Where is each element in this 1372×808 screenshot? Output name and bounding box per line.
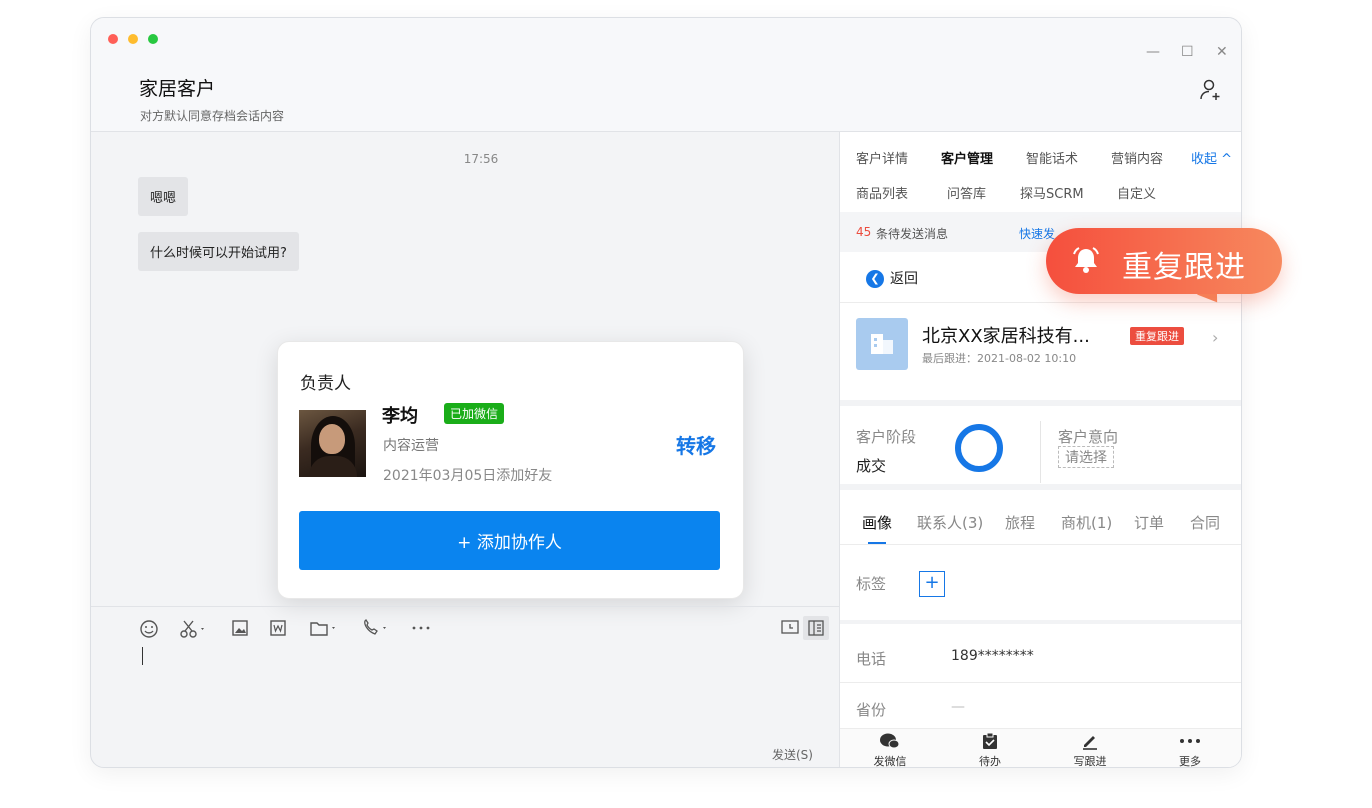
write-followup-label: 写跟进 — [1073, 755, 1107, 768]
wechat-added-badge: 已加微信 — [444, 403, 505, 424]
todo-label: 待办 — [979, 755, 1001, 768]
owner-card: 负责人 李均 已加微信 内容运营 2021年03月05日添加好友 转移 + 添加… — [277, 341, 744, 599]
back-button[interactable]: ❮ 返回 — [866, 268, 918, 288]
transfer-button[interactable]: 转移 — [676, 430, 716, 459]
tab-product-list[interactable]: 商品列表 — [856, 183, 908, 202]
history-icon[interactable] — [780, 619, 800, 637]
send-button[interactable]: 发送(S) — [772, 746, 813, 763]
chat-header: — ☐ ✕ 家居客户 对方默认同意存档会话内容 — [91, 18, 1241, 132]
pending-count: 45 — [856, 225, 872, 239]
repeat-follow-tag: 重复跟进 — [1130, 327, 1184, 345]
sidebar-icon — [808, 620, 824, 636]
intent-select[interactable]: 请选择 — [1058, 446, 1114, 468]
tab-customer-management[interactable]: 客户管理 — [941, 148, 993, 167]
text-cursor[interactable] — [142, 647, 143, 665]
more-button[interactable]: 更多 — [1160, 731, 1220, 768]
message-area: 17:56 嗯嗯 什么时候可以开始试用? 负责人 李均 已加微信 内容运营 20… — [91, 132, 839, 606]
send-wechat-label: 发微信 — [873, 755, 907, 768]
tab-marketing[interactable]: 营销内容 — [1111, 148, 1163, 167]
phone-icon[interactable] — [361, 619, 391, 637]
tab-contracts[interactable]: 合同 — [1190, 512, 1220, 533]
clipboard-icon — [983, 732, 997, 749]
chevron-left-icon: ❮ — [866, 270, 884, 288]
message-bubble[interactable]: 嗯嗯 — [138, 177, 189, 216]
document-icon[interactable] — [269, 619, 287, 637]
zoom-dot[interactable] — [148, 34, 158, 44]
callout-text: 重复跟进 — [1122, 250, 1246, 285]
app-window: — ☐ ✕ 家居客户 对方默认同意存档会话内容 17:56 嗯嗯 什么时候可以开… — [90, 17, 1242, 768]
tab-orders[interactable]: 订单 — [1134, 512, 1164, 533]
emoji-icon[interactable] — [139, 619, 159, 639]
tab-scrm[interactable]: 探马SCRM — [1020, 183, 1084, 202]
send-wechat-button[interactable]: 发微信 — [860, 731, 920, 768]
intent-label: 客户意向 — [1058, 428, 1119, 446]
minimize-dot[interactable] — [128, 34, 138, 44]
composer: 发送(S) — [91, 606, 839, 767]
folder-icon[interactable] — [309, 619, 339, 637]
stage-progress-ring — [955, 424, 1003, 472]
pen-icon — [1083, 736, 1097, 750]
more-icon[interactable] — [411, 619, 431, 637]
sidebar-toggle-button[interactable] — [803, 616, 829, 640]
tab-custom[interactable]: 自定义 — [1117, 183, 1156, 202]
tab-journey[interactable]: 旅程 — [1005, 512, 1035, 533]
tab-portrait[interactable]: 画像 — [862, 512, 892, 533]
quick-send-link[interactable]: 快速发 — [1019, 225, 1055, 242]
image-icon[interactable] — [231, 619, 249, 637]
wechat-icon — [880, 733, 900, 749]
phone-value[interactable]: 189******** — [951, 648, 1034, 664]
tab-customer-detail[interactable]: 客户详情 — [856, 148, 908, 167]
more-label: 更多 — [1179, 755, 1201, 768]
close-dot[interactable] — [108, 34, 118, 44]
page-title: 家居客户 — [139, 78, 216, 100]
tab-smart-scripts[interactable]: 智能话术 — [1026, 148, 1078, 167]
action-bar: 发微信 待办 写跟进 更多 — [840, 728, 1241, 768]
last-follow-time: 最后跟进：2021-08-02 10:10 — [922, 352, 1077, 365]
scissors-icon[interactable] — [179, 619, 207, 639]
province-value[interactable]: — — [951, 699, 965, 715]
message-timestamp: 17:56 — [463, 152, 499, 166]
maximize-icon[interactable]: ☐ — [1181, 44, 1194, 60]
owner-name: 李均 — [382, 406, 418, 427]
minimize-icon[interactable]: — — [1146, 44, 1160, 60]
chevron-right-icon[interactable]: › — [1212, 328, 1218, 347]
phone-label: 电话 — [856, 650, 887, 668]
add-tag-button[interactable]: + — [919, 571, 945, 597]
tab-opportunities[interactable]: 商机(1) — [1061, 512, 1112, 533]
pending-text: 条待发送消息 — [876, 227, 949, 241]
todo-button[interactable]: 待办 — [960, 731, 1020, 768]
message-bubble[interactable]: 什么时候可以开始试用? — [138, 232, 299, 271]
stage-value: 成交 — [856, 457, 887, 475]
bell-icon — [1073, 247, 1099, 273]
company-name[interactable]: 北京XX家居科技有... — [922, 322, 1090, 348]
building-icon — [871, 334, 893, 354]
province-label: 省份 — [856, 701, 887, 719]
close-icon[interactable]: ✕ — [1216, 44, 1228, 60]
back-label: 返回 — [890, 271, 918, 287]
archive-notice: 对方默认同意存档会话内容 — [140, 109, 285, 123]
tag-label: 标签 — [856, 575, 887, 593]
collapse-button[interactable]: 收起 ^ — [1191, 148, 1232, 167]
tab-contacts[interactable]: 联系人(3) — [917, 512, 983, 533]
more-dots-icon — [1180, 739, 1200, 743]
add-collaborator-button[interactable]: + 添加协作人 — [299, 511, 720, 570]
add-user-icon[interactable] — [1199, 78, 1223, 102]
company-icon — [856, 318, 908, 370]
write-followup-button[interactable]: 写跟进 — [1060, 731, 1120, 768]
owner-card-title: 负责人 — [300, 374, 351, 394]
owner-added-date: 2021年03月05日添加好友 — [383, 468, 553, 484]
tab-faq[interactable]: 问答库 — [947, 183, 986, 202]
repeat-follow-callout: 重复跟进 — [1046, 228, 1282, 294]
owner-role: 内容运营 — [383, 438, 439, 454]
stage-label: 客户阶段 — [856, 428, 917, 446]
avatar — [299, 410, 366, 477]
